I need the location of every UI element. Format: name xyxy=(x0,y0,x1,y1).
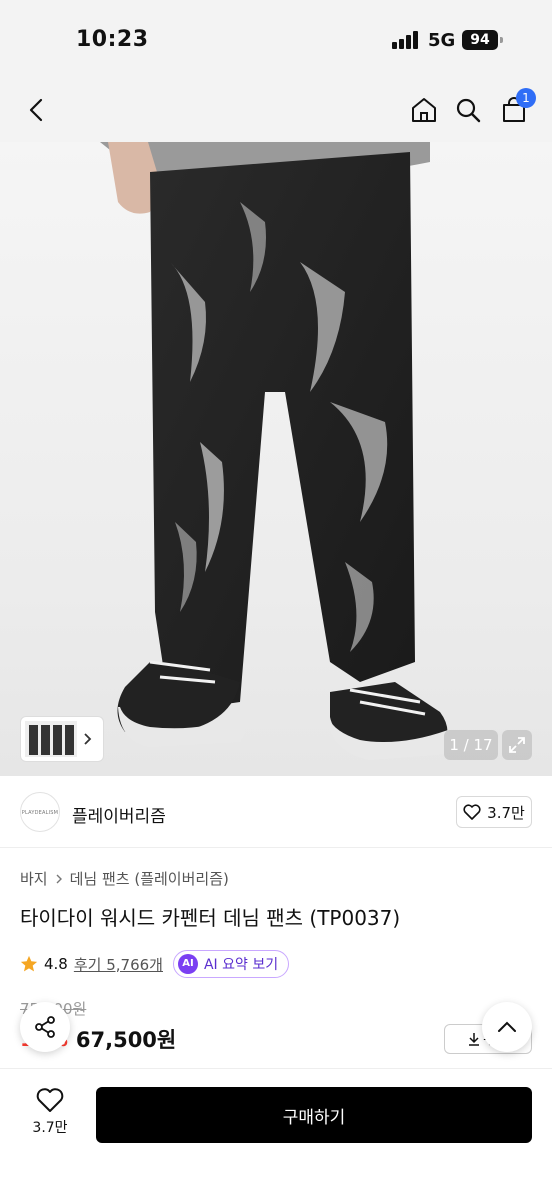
home-icon xyxy=(412,98,436,122)
nav-bar: 1 xyxy=(0,80,552,142)
heart-icon xyxy=(463,804,481,820)
network-label: 5G xyxy=(428,30,456,51)
rating-row: 4.8 후기 5,766개 AI AI 요약 보기 xyxy=(20,950,290,978)
battery-icon: 94 xyxy=(462,30,498,50)
review-link[interactable]: 후기 5,766개 xyxy=(74,954,163,975)
product-title: 타이다이 워시드 카펜터 데님 팬츠 (TP0037) xyxy=(20,906,401,930)
expand-button[interactable] xyxy=(502,730,532,760)
image-counter: 1 / 17 xyxy=(444,730,498,760)
wishlist-count: 3.7만 xyxy=(32,1120,68,1136)
ai-summary-label: AI 요약 보기 xyxy=(203,957,279,973)
status-bar: 10:23 5G 94 xyxy=(0,0,552,80)
brand-like-count: 3.7만 xyxy=(487,803,525,822)
rating-value: 4.8 xyxy=(44,955,68,973)
heart-icon xyxy=(36,1088,64,1112)
brand-logo[interactable]: PLAYDEALISM xyxy=(20,792,60,832)
back-button[interactable] xyxy=(16,90,56,130)
expand-icon xyxy=(509,737,525,753)
chevron-right-icon xyxy=(56,874,62,883)
download-icon xyxy=(469,1033,480,1046)
ai-badge-icon: AI xyxy=(177,954,198,974)
breadcrumb-category[interactable]: 바지 xyxy=(20,868,48,889)
home-button[interactable] xyxy=(404,90,444,130)
signal-icon xyxy=(392,31,420,49)
status-time: 10:23 xyxy=(76,27,149,52)
buy-button[interactable]: 구매하기 xyxy=(96,1087,532,1143)
share-button[interactable] xyxy=(20,1002,70,1052)
star-icon xyxy=(20,955,38,972)
battery-cap xyxy=(500,37,503,43)
search-button[interactable] xyxy=(448,90,488,130)
wishlist-button[interactable]: 3.7만 xyxy=(20,1087,80,1147)
product-image[interactable] xyxy=(0,142,552,776)
thumbnail-strip[interactable] xyxy=(20,716,104,762)
product-photo xyxy=(100,142,451,760)
cart-button[interactable]: 1 xyxy=(494,88,536,130)
breadcrumb: 바지 데님 팬츠 (플레이버리즘) xyxy=(20,868,229,889)
ai-summary-button[interactable]: AI AI 요약 보기 xyxy=(172,950,290,978)
scroll-top-button[interactable] xyxy=(482,1002,532,1052)
sale-price: 67,500원 xyxy=(75,1028,177,1052)
breadcrumb-subcategory[interactable]: 데님 팬츠 (플레이버리즘) xyxy=(70,868,229,889)
thumbnail-image xyxy=(25,721,77,757)
bottom-action-bar: 3.7만 구매하기 xyxy=(0,1068,552,1200)
brand-row: PLAYDEALISM 플레이버리즘 3.7만 xyxy=(0,776,552,848)
brand-like-button[interactable]: 3.7만 xyxy=(456,796,532,828)
chevron-right-icon xyxy=(84,733,92,745)
brand-name[interactable]: 플레이버리즘 xyxy=(72,802,166,827)
search-icon xyxy=(456,98,481,123)
chevron-up-icon xyxy=(498,1021,516,1032)
share-icon xyxy=(35,1016,55,1038)
cart-badge: 1 xyxy=(516,88,536,108)
back-icon xyxy=(29,98,43,122)
